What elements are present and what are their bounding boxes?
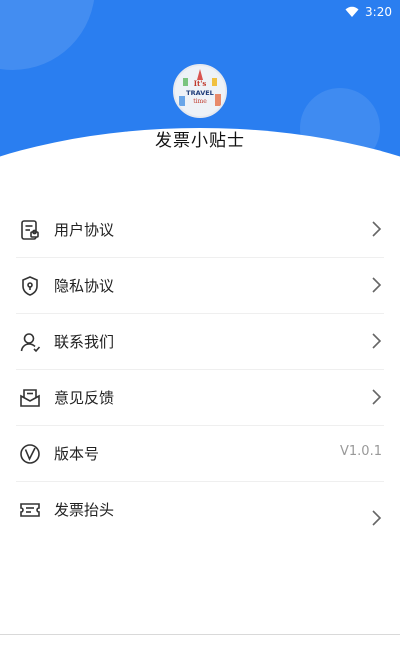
wifi-icon: [345, 6, 359, 17]
settings-menu: 用户协议 隐私协议 联系我们 意见反馈 版本号 V1.0.1 发票抬头: [16, 202, 384, 537]
menu-item-label: 联系我们: [54, 333, 115, 351]
status-time: 3:20: [365, 5, 392, 19]
menu-item-user-agreement[interactable]: 用户协议: [16, 202, 384, 258]
menu-item-version: 版本号 V1.0.1: [16, 426, 384, 482]
shield-icon: [18, 274, 42, 298]
menu-item-feedback[interactable]: 意见反馈: [16, 370, 384, 426]
document-icon: [18, 218, 42, 242]
chevron-right-icon: [372, 221, 382, 237]
chevron-right-icon: [372, 389, 382, 405]
logo-text-3: time: [193, 98, 207, 105]
menu-item-label: 隐私协议: [54, 277, 115, 295]
menu-item-label: 发票抬头: [54, 501, 115, 519]
app-title: 发票小贴士: [155, 131, 245, 151]
menu-item-label: 用户协议: [54, 221, 115, 239]
chevron-right-icon: [372, 333, 382, 349]
status-bar: 3:20: [345, 4, 392, 20]
version-icon: [18, 442, 42, 466]
chevron-right-icon: [372, 277, 382, 293]
menu-item-label: 版本号: [54, 445, 100, 463]
menu-item-label: 意见反馈: [54, 389, 115, 407]
menu-item-privacy-agreement[interactable]: 隐私协议: [16, 258, 384, 314]
menu-item-contact-us[interactable]: 联系我们: [16, 314, 384, 370]
divider: [0, 634, 400, 635]
app-logo: It's TRAVEL time: [173, 64, 227, 118]
chevron-right-icon: [372, 510, 382, 526]
logo-text-1: It's: [194, 79, 207, 88]
person-icon: [18, 330, 42, 354]
ticket-icon: [18, 498, 42, 522]
version-value: V1.0.1: [340, 444, 382, 459]
decorative-circle: [0, 0, 95, 70]
logo-text-2: TRAVEL: [186, 89, 214, 97]
envelope-icon: [18, 386, 42, 410]
menu-item-invoice-title[interactable]: 发票抬头: [16, 482, 384, 537]
